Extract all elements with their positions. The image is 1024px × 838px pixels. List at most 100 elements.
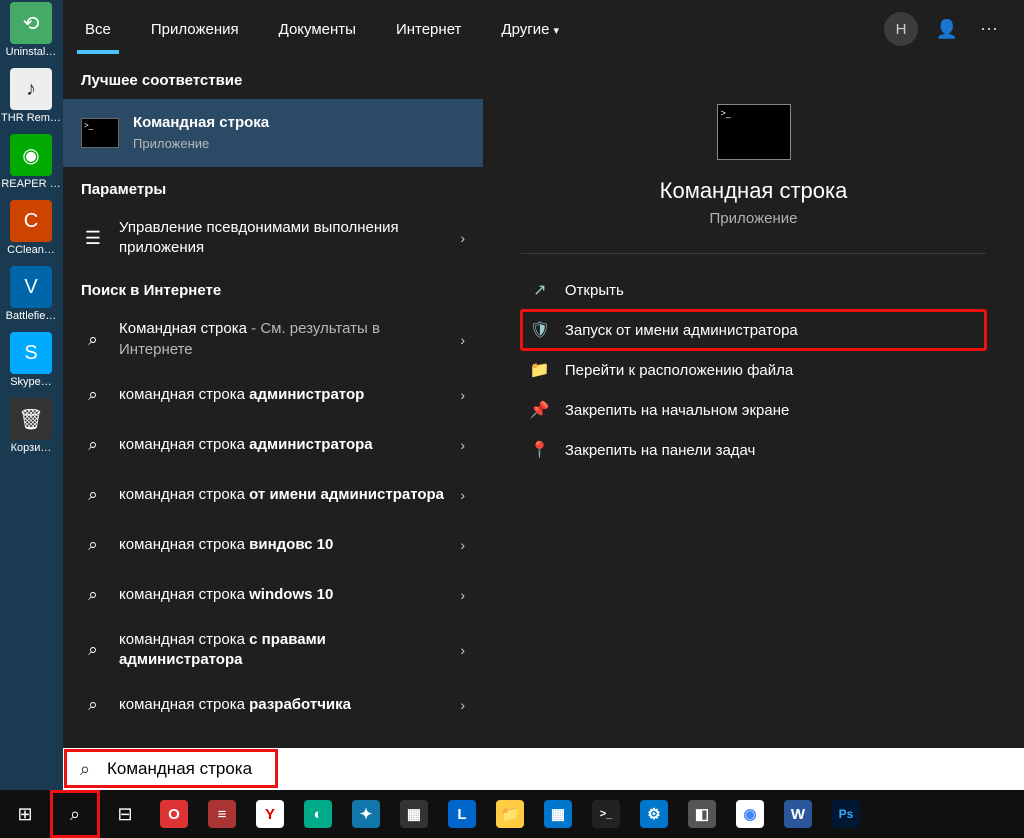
search-icon: ⌕ (81, 690, 105, 720)
pin-icon: 📌 (529, 400, 551, 420)
action-label: Запуск от имени администратора (565, 322, 798, 339)
taskbar-app[interactable]: ◐ (294, 790, 342, 838)
action-pin-taskbar[interactable]: 📍 Закрепить на панели задач (521, 430, 986, 470)
chevron-right-icon: › (452, 587, 465, 603)
taskbar-app[interactable]: Ps (822, 790, 870, 838)
action-label: Закрепить на панели задач (565, 442, 756, 459)
action-open-location[interactable]: 📁 Перейти к расположению файла (521, 350, 986, 390)
chevron-right-icon: › (452, 487, 465, 503)
feedback-icon[interactable]: 👤 (926, 8, 968, 50)
pin-icon: 📍 (529, 440, 551, 460)
web-result[interactable]: ⌕ Командная строка - См. результаты в Ин… (63, 309, 483, 370)
web-result[interactable]: ⌕ командная строка разработчика › (63, 680, 483, 730)
web-result[interactable]: ⌕ командная строка с правами администрат… (63, 620, 483, 681)
chevron-right-icon: › (452, 642, 465, 658)
open-icon: ↗ (529, 280, 551, 300)
action-open[interactable]: ↗ Открыть (521, 270, 986, 310)
result-title: Командная строка (133, 113, 465, 133)
taskbar: ⊞ ⌕ ⊟ O ≡ Y ◐ ✦ ▦ L 📁 ▦ >_ ⚙ ◧ ◉ W Ps (0, 790, 1024, 838)
action-label: Перейти к расположению файла (565, 362, 793, 379)
chevron-down-icon: ▾ (553, 25, 559, 37)
taskbar-search-button[interactable]: ⌕ (50, 790, 100, 838)
desktop-icon[interactable]: ♪THR Rem… (0, 68, 62, 124)
result-title: командная строка администратора (119, 435, 452, 455)
web-result[interactable]: ⌕ командная строка от имени администрато… (63, 470, 483, 520)
result-title: командная строка windows 10 (119, 585, 452, 605)
user-avatar[interactable]: Н (884, 12, 918, 46)
desktop-label: THR Rem… (1, 112, 61, 124)
action-list: ↗ Открыть 🛡 Запуск от имени администратора… (521, 270, 986, 470)
chevron-right-icon: › (452, 697, 465, 713)
desktop-icon[interactable]: ◉REAPER … (0, 134, 62, 190)
result-title: командная строка с правами администратор… (119, 630, 452, 671)
desktop-icon[interactable]: ⟲Uninstal… (0, 2, 62, 58)
desktop-label: REAPER … (1, 178, 60, 190)
settings-result[interactable]: ☰ Управление псевдонимами выполнения при… (63, 208, 483, 269)
chevron-right-icon: › (452, 437, 465, 453)
desktop-icon[interactable]: VBattlefie… (0, 266, 62, 322)
search-icon: ⌕ (63, 759, 107, 780)
shield-icon: 🛡 (529, 320, 551, 340)
web-result[interactable]: ⌕ командная строка администратора › (63, 420, 483, 470)
action-label: Открыть (565, 282, 624, 299)
chevron-right-icon: › (452, 387, 465, 403)
desktop-icon[interactable]: CCClean… (0, 200, 62, 256)
divider (521, 253, 986, 254)
taskbar-app[interactable]: ◧ (678, 790, 726, 838)
taskbar-app[interactable]: Y (246, 790, 294, 838)
search-icon: ⌕ (81, 380, 105, 410)
taskbar-app[interactable]: ✦ (342, 790, 390, 838)
folder-icon: 📁 (529, 360, 551, 380)
action-run-admin[interactable]: 🛡 Запуск от имени администратора (521, 310, 986, 350)
taskbar-app[interactable]: O (150, 790, 198, 838)
result-subtitle: Приложение (133, 135, 465, 153)
search-box[interactable]: ⌕ (63, 748, 1024, 790)
section-settings: Параметры (63, 167, 483, 208)
action-pin-start[interactable]: 📌 Закрепить на начальном экране (521, 390, 986, 430)
tab-docs[interactable]: Документы (271, 5, 364, 54)
desktop-label: Skype… (10, 376, 52, 388)
result-title: командная строка разработчика (119, 695, 452, 715)
search-input[interactable] (107, 759, 1024, 779)
web-result[interactable]: ⌕ командная строка windows 10 › (63, 570, 483, 620)
result-title: командная строка виндовс 10 (119, 535, 452, 555)
web-result[interactable]: ⌕ командная строка администратор › (63, 370, 483, 420)
more-options-icon[interactable]: ⋯ (968, 8, 1010, 50)
results-list: Лучшее соответствие >_ Командная строка … (63, 58, 483, 748)
taskbar-app[interactable]: ▦ (390, 790, 438, 838)
taskbar-app[interactable]: L (438, 790, 486, 838)
search-icon: ⌕ (81, 325, 105, 355)
search-icon: ⌕ (81, 530, 105, 560)
desktop-label: Корзи… (11, 442, 52, 454)
web-result[interactable]: ⌕ командная строка виндовс 10 › (63, 520, 483, 570)
taskbar-app[interactable]: ◉ (726, 790, 774, 838)
section-best-match: Лучшее соответствие (63, 58, 483, 99)
desktop-label: Uninstal… (6, 46, 57, 58)
tab-all[interactable]: Все (77, 5, 119, 54)
desktop-icon[interactable]: SSkype… (0, 332, 62, 388)
task-view-button[interactable]: ⊟ (100, 790, 150, 838)
result-title: Командная строка - См. результаты в Инте… (119, 319, 452, 360)
result-title: командная строка от имени администратора (119, 485, 452, 505)
taskbar-app[interactable]: W (774, 790, 822, 838)
taskbar-app[interactable]: >_ (582, 790, 630, 838)
start-button[interactable]: ⊞ (0, 790, 50, 838)
search-icon: ⌕ (81, 480, 105, 510)
result-title: командная строка администратор (119, 385, 452, 405)
taskbar-app[interactable]: ⚙ (630, 790, 678, 838)
tab-apps[interactable]: Приложения (143, 5, 247, 54)
taskbar-app[interactable]: 📁 (486, 790, 534, 838)
tab-more[interactable]: Другие▾ (493, 5, 567, 54)
chevron-right-icon: › (452, 230, 465, 246)
taskbar-app[interactable]: ≡ (198, 790, 246, 838)
best-match-result[interactable]: >_ Командная строка Приложение (63, 99, 483, 167)
desktop-icon[interactable]: 🗑Корзи… (0, 398, 62, 454)
taskbar-app[interactable]: ▦ (534, 790, 582, 838)
result-title: Управление псевдонимами выполнения прило… (119, 218, 452, 259)
tab-web[interactable]: Интернет (388, 5, 469, 54)
action-label: Закрепить на начальном экране (565, 402, 789, 419)
preview-panel: >_ Командная строка Приложение ↗Открыть … (483, 58, 1024, 748)
cmd-icon: >_ (81, 118, 119, 148)
preview-subtitle: Приложение (710, 210, 798, 227)
desktop-icons: ⟲Uninstal… ♪THR Rem… ◉REAPER … CCClean… … (0, 0, 64, 790)
